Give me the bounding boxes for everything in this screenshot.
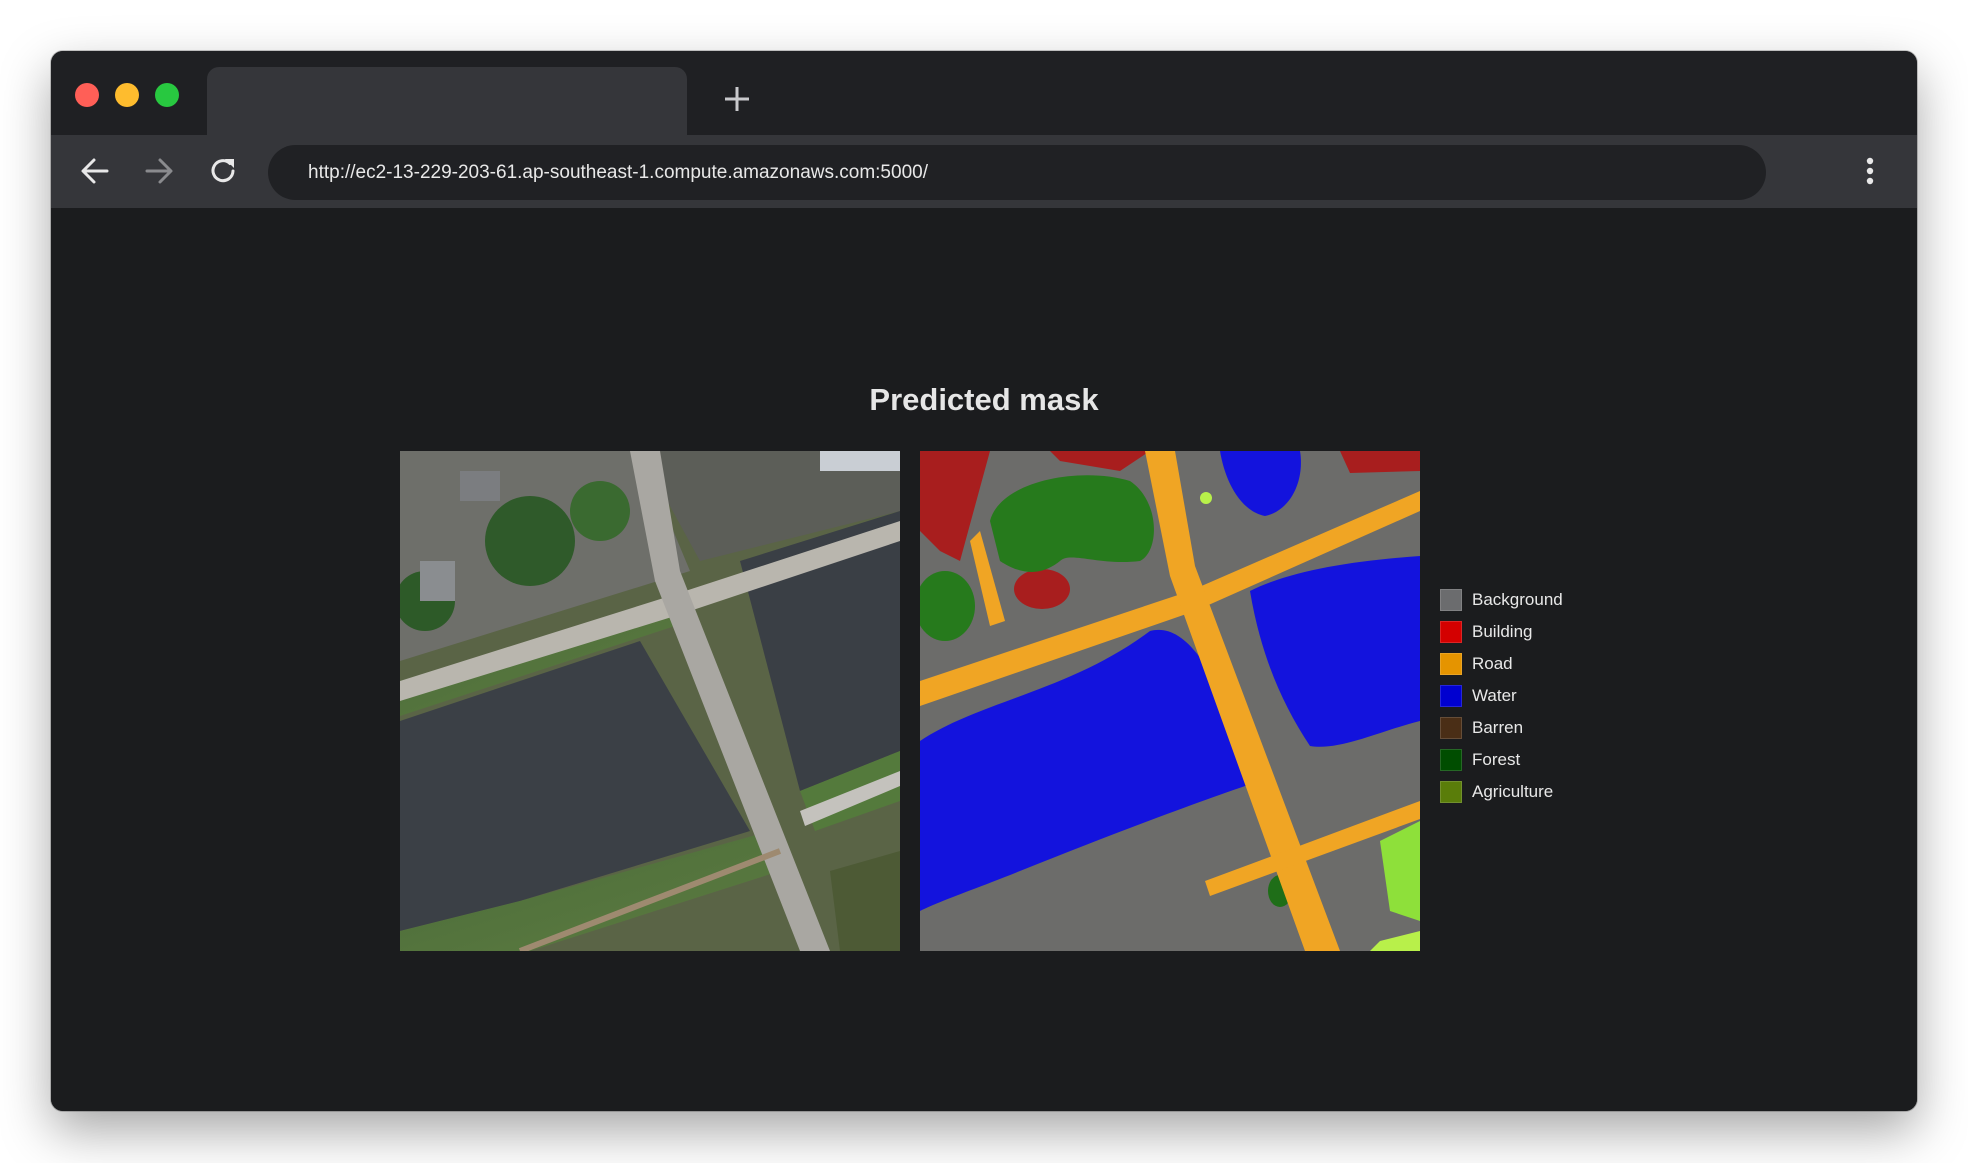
legend-swatch [1440, 621, 1462, 643]
back-button[interactable] [77, 153, 113, 189]
legend-swatch [1440, 589, 1462, 611]
page-title: Predicted mask [869, 382, 1099, 417]
legend-swatch [1440, 781, 1462, 803]
reload-button[interactable] [205, 153, 241, 189]
browser-toolbar: http://ec2-13-229-203-61.ap-southeast-1.… [51, 135, 1917, 208]
minimize-window-button[interactable] [115, 83, 139, 107]
arrow-right-icon [145, 158, 173, 184]
legend-swatch [1440, 653, 1462, 675]
legend-label: Building [1472, 622, 1533, 641]
address-bar[interactable]: http://ec2-13-229-203-61.ap-southeast-1.… [268, 145, 1766, 200]
close-window-button[interactable] [75, 83, 99, 107]
forward-button[interactable] [141, 153, 177, 189]
predicted-mask-image [920, 451, 1420, 951]
legend-label: Road [1472, 654, 1513, 673]
kebab-menu-icon [1866, 157, 1874, 185]
page-content: Predicted mask Background Building Road … [51, 208, 1917, 1111]
legend-label: Forest [1472, 750, 1521, 769]
legend-label: Background [1472, 590, 1563, 609]
url-text: http://ec2-13-229-203-61.ap-southeast-1.… [308, 162, 928, 183]
legend-label: Barren [1472, 718, 1524, 737]
reload-icon [211, 159, 235, 183]
new-tab-button[interactable] [717, 79, 757, 119]
plus-icon [725, 87, 749, 111]
legend-label: Agriculture [1472, 782, 1554, 801]
maximize-window-button[interactable] [155, 83, 179, 107]
legend-label: Water [1472, 686, 1517, 705]
legend-swatch [1440, 749, 1462, 771]
legend-swatch [1440, 685, 1462, 707]
legend-swatch [1440, 717, 1462, 739]
arrow-left-icon [81, 158, 109, 184]
active-tab[interactable] [207, 67, 687, 135]
browser-window: http://ec2-13-229-203-61.ap-southeast-1.… [51, 51, 1917, 1111]
browser-menu-button[interactable] [1858, 153, 1882, 189]
satellite-image [400, 451, 900, 951]
tab-bar [51, 51, 1917, 135]
